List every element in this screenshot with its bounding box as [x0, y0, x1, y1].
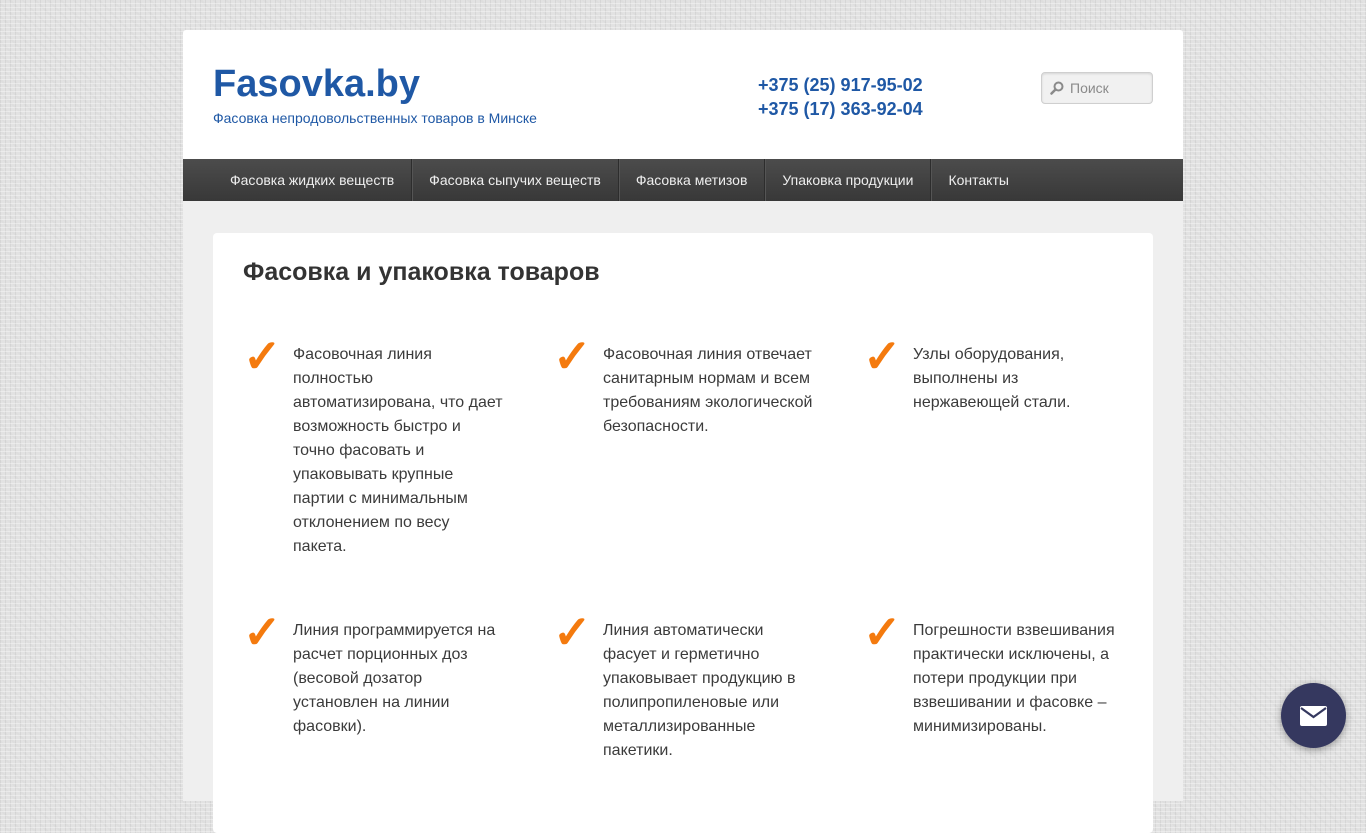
- checkmark-icon: ✓: [243, 330, 282, 382]
- feature-text: Фасовочная линия отвечает санитарным нор…: [603, 346, 813, 435]
- phone-link-1[interactable]: +375 (25) 917-95-02: [758, 73, 923, 97]
- phone-list: +375 (25) 917-95-02 +375 (17) 363-92-04: [758, 73, 923, 121]
- nav-item-label: Фасовка метизов: [635, 172, 748, 188]
- search-input[interactable]: [1070, 73, 1148, 103]
- nav-item-label: Фасовка сыпучих веществ: [429, 172, 601, 188]
- contact-mail-button[interactable]: [1281, 683, 1346, 748]
- checkmark-icon: ✓: [553, 606, 592, 658]
- feature-text: Линия автоматически фасует и герметично …: [603, 622, 796, 759]
- feature-text: Фасовочная линия полностью автоматизиров…: [293, 346, 503, 555]
- nav-item-contacts[interactable]: Контакты: [930, 159, 1025, 201]
- feature-text: Узлы оборудования, выполнены из нержавею…: [913, 346, 1071, 411]
- feature-text: Линия программируется на расчет порционн…: [293, 622, 496, 735]
- nav-item-label: Упаковка продукции: [782, 172, 914, 188]
- checkmark-icon: ✓: [863, 606, 902, 658]
- feature-text: Погрешности взвешивания практически искл…: [913, 622, 1115, 735]
- search-box: [1041, 72, 1153, 104]
- nav-item-hardware[interactable]: Фасовка метизов: [617, 159, 765, 201]
- site-description: Фасовка непродовольственных товаров в Ми…: [213, 110, 537, 126]
- phone-link-2[interactable]: +375 (17) 363-92-04: [758, 97, 923, 121]
- page-container: Fasovka.by Фасовка непродовольственных т…: [183, 30, 1183, 833]
- nav-item-label: Контакты: [948, 172, 1009, 188]
- mail-icon: [1300, 706, 1327, 726]
- content-area: Фасовка и упаковка товаров ✓ Фасовочная …: [183, 201, 1183, 833]
- nav-item-packaging[interactable]: Упаковка продукции: [764, 159, 930, 201]
- site-title[interactable]: Fasovka.by: [213, 62, 420, 106]
- checkmark-icon: ✓: [553, 330, 592, 382]
- checkmark-icon: ✓: [863, 330, 902, 382]
- search-icon[interactable]: [1050, 81, 1064, 95]
- nav-item-label: Фасовка жидких веществ: [230, 172, 395, 188]
- content-card: Фасовка и упаковка товаров ✓ Фасовочная …: [213, 233, 1153, 833]
- checkmark-icon: ✓: [243, 606, 282, 658]
- main-navigation: Фасовка жидких веществ Фасовка сыпучих в…: [183, 159, 1183, 201]
- nav-item-bulk[interactable]: Фасовка сыпучих веществ: [411, 159, 618, 201]
- nav-item-liquids[interactable]: Фасовка жидких веществ: [213, 159, 411, 201]
- page-title: Фасовка и упаковка товаров: [243, 258, 600, 286]
